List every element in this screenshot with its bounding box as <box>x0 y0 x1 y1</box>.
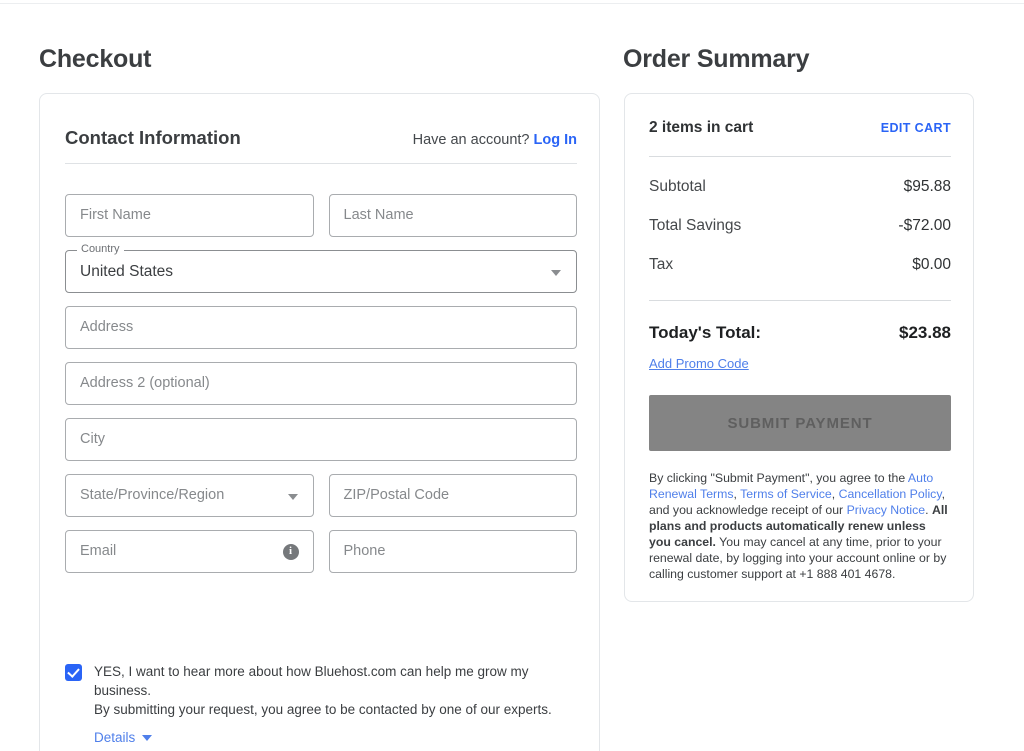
order-line-label: Total Savings <box>649 217 742 234</box>
order-summary-title: Order Summary <box>623 45 810 73</box>
contact-form: First Name Last Name Country United Stat… <box>65 194 577 586</box>
city-row: City <box>65 418 577 461</box>
legal-disclaimer: By clicking "Submit Payment", you agree … <box>649 470 951 582</box>
chevron-down-icon <box>551 269 561 276</box>
order-line-tax: Tax $0.00 <box>649 256 951 274</box>
details-label: Details <box>94 730 136 745</box>
address-placeholder: Address <box>80 319 134 336</box>
address2-row: Address 2 (optional) <box>65 362 577 405</box>
contact-information-card: Contact Information Have an account? Log … <box>39 93 600 751</box>
legal-part-3: . <box>925 503 932 517</box>
address2-input[interactable]: Address 2 (optional) <box>65 362 577 405</box>
order-line-label: Subtotal <box>649 178 706 195</box>
edit-cart-button[interactable]: EDIT CART <box>881 121 951 135</box>
city-placeholder: City <box>80 431 105 448</box>
marketing-consent-checkbox[interactable] <box>65 664 82 681</box>
todays-total-value: $23.88 <box>899 323 951 342</box>
items-in-cart-label: 2 items in cart <box>649 119 754 136</box>
order-line-value: -$72.00 <box>898 217 951 234</box>
marketing-consent-text: YES, I want to hear more about how Blueh… <box>94 662 577 747</box>
info-icon[interactable]: i <box>282 543 299 560</box>
phone-input[interactable]: Phone <box>328 530 577 573</box>
phone-placeholder: Phone <box>343 543 386 560</box>
top-divider <box>0 3 1024 4</box>
chevron-down-icon <box>142 734 153 741</box>
cart-header: 2 items in cart EDIT CART <box>649 119 951 137</box>
contact-header: Contact Information Have an account? Log … <box>65 127 577 149</box>
cart-header-divider <box>649 156 951 157</box>
totals-divider <box>649 300 951 301</box>
details-toggle[interactable]: Details <box>94 728 153 747</box>
name-row: First Name Last Name <box>65 194 577 237</box>
state-select[interactable]: State/Province/Region <box>65 474 314 517</box>
email-input[interactable]: Email i <box>65 530 314 573</box>
order-line-label: Tax <box>649 256 674 273</box>
email-placeholder: Email <box>80 543 117 560</box>
country-select[interactable]: Country United States <box>65 244 577 293</box>
first-name-placeholder: First Name <box>80 207 151 224</box>
contact-section-title: Contact Information <box>65 127 241 148</box>
order-line-value: $95.88 <box>903 178 951 195</box>
order-line-value: $0.00 <box>912 256 951 273</box>
checkout-page: Checkout Order Summary Contact Informati… <box>0 0 1024 751</box>
terms-of-service-link[interactable]: Terms of Service <box>740 487 832 501</box>
page-title: Checkout <box>39 45 152 73</box>
country-row: Country United States <box>65 244 577 293</box>
country-label: Country <box>77 244 124 255</box>
order-summary-card: 2 items in cart EDIT CART Subtotal $95.8… <box>624 93 974 602</box>
login-link[interactable]: Log In <box>534 132 578 148</box>
add-promo-code-link[interactable]: Add Promo Code <box>649 356 749 371</box>
marketing-consent: YES, I want to hear more about how Blueh… <box>65 662 577 747</box>
legal-part-1: By clicking "Submit Payment", you agree … <box>649 471 908 485</box>
contact-header-divider <box>65 163 577 164</box>
order-summary-body: 2 items in cart EDIT CART Subtotal $95.8… <box>649 119 951 582</box>
order-line-subtotal: Subtotal $95.88 <box>649 178 951 196</box>
todays-total-row: Today's Total: $23.88 <box>649 323 951 343</box>
order-line-savings: Total Savings -$72.00 <box>649 217 951 235</box>
last-name-placeholder: Last Name <box>343 207 414 224</box>
legal-sep-2: , <box>831 487 839 501</box>
address2-placeholder: Address 2 (optional) <box>80 375 210 392</box>
consent-line-1: YES, I want to hear more about how Blueh… <box>94 664 529 698</box>
city-input[interactable]: City <box>65 418 577 461</box>
account-prompt-text: Have an account? <box>412 132 530 148</box>
state-zip-row: State/Province/Region ZIP/Postal Code <box>65 474 577 517</box>
account-prompt: Have an account? Log In <box>413 132 577 148</box>
country-value: United States <box>80 262 174 280</box>
todays-total-label: Today's Total: <box>649 323 762 342</box>
consent-line-2: By submitting your request, you agree to… <box>94 702 552 717</box>
cancellation-policy-link[interactable]: Cancellation Policy <box>839 487 942 501</box>
first-name-input[interactable]: First Name <box>65 194 314 237</box>
zip-placeholder: ZIP/Postal Code <box>343 487 450 504</box>
submit-payment-button[interactable]: SUBMIT PAYMENT <box>649 395 951 451</box>
last-name-input[interactable]: Last Name <box>328 194 577 237</box>
chevron-down-icon <box>287 493 298 500</box>
email-phone-row: Email i Phone <box>65 530 577 573</box>
zip-input[interactable]: ZIP/Postal Code <box>328 474 577 517</box>
state-placeholder: State/Province/Region <box>80 487 225 504</box>
address-row: Address <box>65 306 577 349</box>
privacy-notice-link[interactable]: Privacy Notice <box>847 503 926 517</box>
address-input[interactable]: Address <box>65 306 577 349</box>
